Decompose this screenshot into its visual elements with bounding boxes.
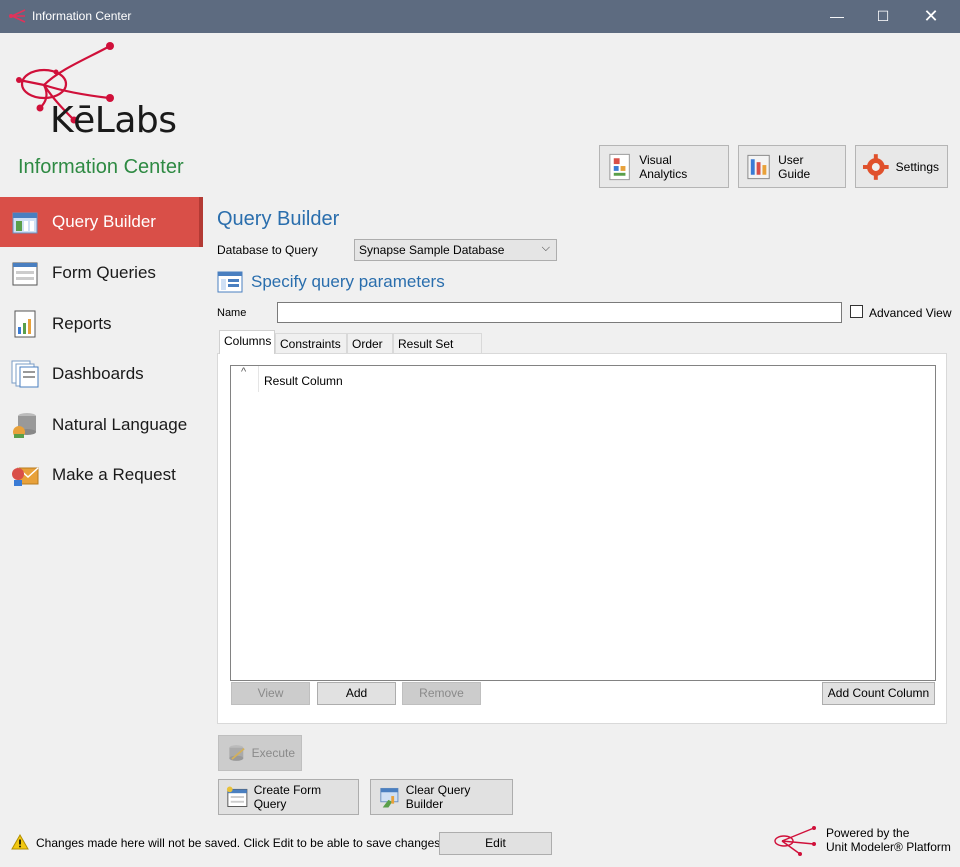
gear-icon <box>862 153 889 180</box>
sidebar-item-label: Query Builder <box>52 212 156 231</box>
app-icon <box>9 9 26 23</box>
tab-constraints[interactable]: Constraints <box>275 333 347 353</box>
sidebar-item-label: Natural Language <box>52 415 188 434</box>
add-button[interactable]: Add <box>317 682 396 705</box>
add-count-column-button[interactable]: Add Count Column <box>822 682 935 705</box>
user-guide-label: User Guide <box>778 152 811 181</box>
clear-query-builder-label: Clear Query Builder <box>405 783 471 811</box>
platform-name: Unit Modeler® Platform <box>826 840 951 854</box>
name-input[interactable] <box>277 302 842 323</box>
visual-analytics-button[interactable]: Visual Analytics <box>599 145 729 188</box>
tab-columns[interactable]: Columns <box>219 330 275 354</box>
sidebar-item-make-a-request[interactable]: Make a Request <box>0 450 203 500</box>
create-form-query-button[interactable]: Create Form Query <box>218 779 359 815</box>
powered-by-line: Powered by the <box>826 826 910 840</box>
unit-modeler-logo-icon <box>774 826 816 856</box>
window-title: Information Center <box>32 9 132 23</box>
grid-column-divider <box>258 366 259 392</box>
sidebar-item-label: Make a Request <box>52 465 176 484</box>
edit-button[interactable]: Edit <box>439 832 552 855</box>
execute-label: Execute <box>251 746 295 760</box>
sidebar-item-label: Reports <box>52 314 112 333</box>
page-title: Query Builder <box>217 208 340 230</box>
create-form-query-icon <box>226 786 248 807</box>
tab-result-set-size[interactable]: Result Set Size <box>393 333 482 365</box>
sidebar-item-label: Dashboards <box>52 364 144 383</box>
close-button[interactable]: ✕ <box>908 0 954 33</box>
sort-ascending-icon: ^ <box>241 366 247 378</box>
query-builder-icon <box>12 212 38 234</box>
natural-language-icon <box>13 413 36 438</box>
tab-order[interactable]: Order <box>347 333 393 353</box>
clear-query-builder-icon <box>380 787 399 808</box>
query-parameters-icon <box>217 271 243 293</box>
result-columns-grid[interactable]: ^ Result Column <box>230 365 936 681</box>
user-guide-icon <box>747 154 770 179</box>
execute-icon <box>229 745 245 761</box>
sidebar-item-natural-language[interactable]: Natural Language <box>0 400 203 450</box>
chevron-down-icon: ⌵ <box>541 242 550 254</box>
reports-icon <box>14 310 36 338</box>
create-form-query-label: Create Form Query <box>253 783 322 811</box>
advanced-view-label[interactable]: Advanced View <box>869 306 952 320</box>
warning-icon <box>11 834 29 850</box>
maximize-button[interactable]: ☐ <box>860 0 906 33</box>
logo-wordmark: KēLabs <box>50 100 177 141</box>
visual-analytics-icon <box>609 153 630 180</box>
advanced-view-checkbox[interactable] <box>850 305 863 318</box>
grid-column-header[interactable]: Result Column <box>264 374 343 388</box>
database-select[interactable]: Synapse Sample Database ⌵ <box>354 239 557 261</box>
sidebar-item-dashboards[interactable]: Dashboards <box>0 349 203 399</box>
form-queries-icon <box>12 262 38 286</box>
read-only-warning: Changes made here will not be saved. Cli… <box>36 836 444 850</box>
user-guide-button[interactable]: User Guide <box>738 145 846 188</box>
sidebar-item-label: Form Queries <box>52 263 156 282</box>
dashboards-icon <box>11 360 39 388</box>
view-button[interactable]: View <box>231 682 310 705</box>
query-parameters-heading: Specify query parameters <box>251 272 445 291</box>
database-select-value: Synapse Sample Database <box>359 243 505 257</box>
visual-analytics-label: Visual Analytics <box>639 152 688 181</box>
sidebar-item-reports[interactable]: Reports <box>0 299 203 349</box>
name-label: Name <box>217 307 247 319</box>
title-bar: Information Center — ☐ ✕ <box>0 0 960 33</box>
database-label: Database to Query <box>217 243 318 257</box>
remove-button[interactable]: Remove <box>402 682 481 705</box>
settings-button[interactable]: Settings <box>855 145 948 188</box>
minimize-button[interactable]: — <box>814 0 860 33</box>
sidebar-item-form-queries[interactable]: Form Queries <box>0 248 203 298</box>
make-request-icon <box>12 467 39 486</box>
execute-button[interactable]: Execute <box>218 735 302 771</box>
sidebar-item-query-builder[interactable]: Query Builder <box>0 197 203 247</box>
app-title: Information Center <box>18 156 184 178</box>
settings-label: Settings <box>895 159 939 174</box>
clear-query-builder-button[interactable]: Clear Query Builder <box>370 779 513 815</box>
